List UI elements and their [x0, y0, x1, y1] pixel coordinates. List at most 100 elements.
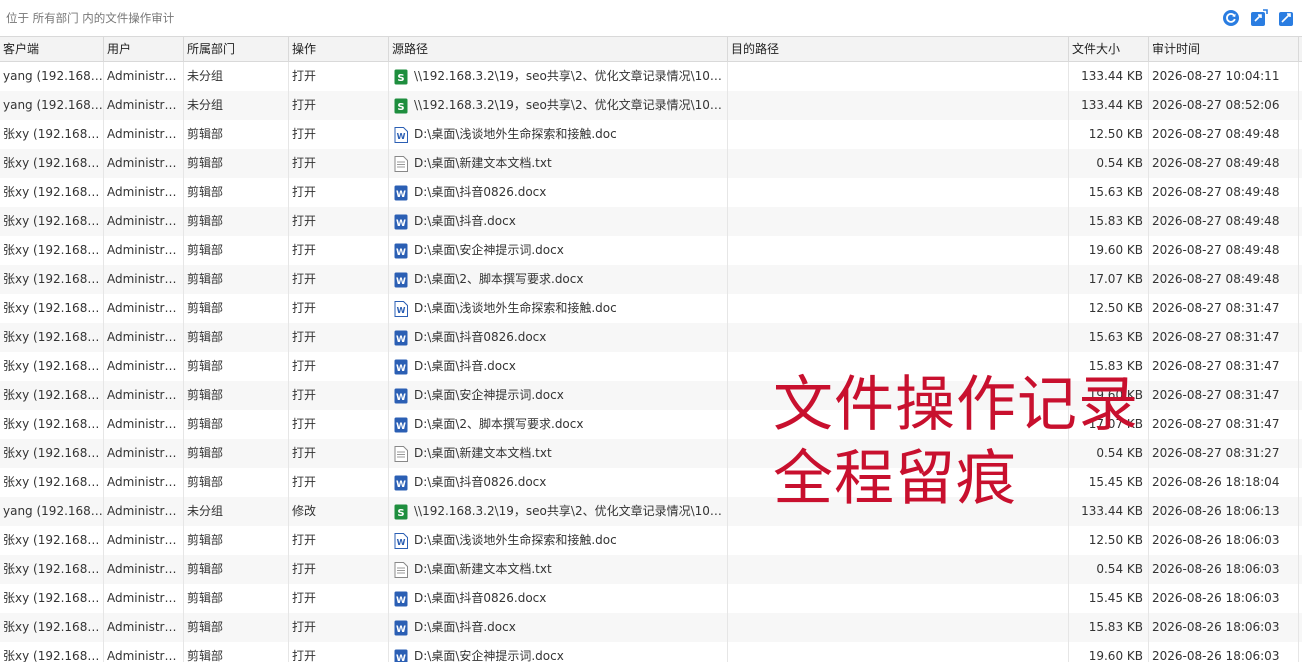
- cell-user: Administrator: [104, 207, 184, 236]
- table-row[interactable]: 张xy (192.168.3.5) Administrator 剪辑部 打开 W D:\桌…: [0, 207, 1302, 236]
- cell-source-path: S \\192.168.3.2\19，seo共享\2、优化文章记录情况\10、..…: [389, 62, 728, 91]
- word-file-icon: W: [394, 620, 408, 635]
- text-file-icon: [394, 561, 408, 578]
- svg-text:W: W: [397, 538, 406, 547]
- table-row[interactable]: yang (192.168.3.2)Administrator未分组打开 S \\1…: [0, 91, 1302, 120]
- cell-client: yang (192.168.3.2): [0, 91, 104, 120]
- col-user[interactable]: 用户: [104, 37, 184, 61]
- cell-client: 张xy (192.168.3.5): [0, 207, 104, 236]
- cell-operation: 打开: [289, 642, 389, 662]
- cell-dept: 剪辑部: [184, 468, 289, 497]
- cell-source-path: W D:\桌面\2、脚本撰写要求.docx: [389, 410, 728, 439]
- cell-operation: 打开: [289, 468, 389, 497]
- source-path-text: D:\桌面\安企神提示词.docx: [414, 243, 564, 257]
- col-operation[interactable]: 操作: [289, 37, 389, 61]
- cell-user: Administrator: [104, 439, 184, 468]
- cell-user: Administrator: [104, 236, 184, 265]
- cell-audit-time: 2026-08-27 08:31:47: [1149, 323, 1299, 352]
- source-path-text: D:\桌面\抖音.docx: [414, 359, 516, 373]
- table-row[interactable]: 张xy (192.168.3.5) Administrator 剪辑部 打开 D:\桌面…: [0, 439, 1302, 468]
- word-file-icon: W: [394, 359, 408, 374]
- cell-source-path: W D:\桌面\抖音0826.docx: [389, 468, 728, 497]
- table-row[interactable]: yang (192.168.3.2)Administrator未分组打开 S \\1…: [0, 62, 1302, 91]
- cell-file-size: 19.60 KB: [1069, 236, 1149, 265]
- col-audit-time[interactable]: 审计时间: [1149, 37, 1299, 61]
- svg-text:W: W: [396, 335, 406, 345]
- cell-dept: 剪辑部: [184, 294, 289, 323]
- cell-file-size: 15.45 KB: [1069, 584, 1149, 613]
- cell-user: Administrator: [104, 497, 184, 526]
- cell-source-path: W D:\桌面\抖音0826.docx: [389, 178, 728, 207]
- table-row[interactable]: 张xy (192.168.3.5) Administrator 剪辑部 打开 W D:\桌…: [0, 323, 1302, 352]
- cell-audit-time: 2026-08-27 08:49:48: [1149, 207, 1299, 236]
- cell-client: 张xy (192.168.3.5): [0, 352, 104, 381]
- cell-dest-path: [728, 352, 1069, 381]
- cell-dest-path: [728, 62, 1069, 91]
- cell-user: Administrator: [104, 584, 184, 613]
- svg-text:W: W: [396, 480, 406, 490]
- source-path-text: D:\桌面\抖音.docx: [414, 620, 516, 634]
- table-row[interactable]: 张xy (192.168.3.5) Administrator 剪辑部 打开 W D:\桌…: [0, 584, 1302, 613]
- word-doc-icon: W: [394, 532, 408, 549]
- cell-dept: 剪辑部: [184, 207, 289, 236]
- table-row[interactable]: 张xy (192.168.3.5) Administrator 剪辑部 打开 W D:\桌…: [0, 468, 1302, 497]
- cell-user: Administrator: [104, 178, 184, 207]
- cell-client: yang (192.168.3.2): [0, 62, 104, 91]
- table-row[interactable]: 张xy (192.168.3.5) Administrator 剪辑部 打开 W D:\桌…: [0, 352, 1302, 381]
- source-path-text: D:\桌面\抖音.docx: [414, 214, 516, 228]
- word-file-icon: W: [394, 330, 408, 345]
- table-row[interactable]: 张xy (192.168.3.5) Administrator 剪辑部 打开 W D:\桌…: [0, 120, 1302, 149]
- cell-user: Administrator: [104, 323, 184, 352]
- table-row[interactable]: 张xy (192.168.3.5) Administrator 剪辑部 打开 W D:\桌…: [0, 381, 1302, 410]
- excel-file-icon: S: [394, 504, 408, 519]
- col-file-size[interactable]: 文件大小: [1069, 37, 1149, 61]
- col-source-path[interactable]: 源路径: [389, 37, 728, 61]
- cell-client: 张xy (192.168.3.5): [0, 120, 104, 149]
- refresh-icon[interactable]: [1222, 9, 1240, 27]
- table-row[interactable]: 张xy (192.168.3.5) Administrator 剪辑部 打开 W D:\桌…: [0, 265, 1302, 294]
- table-row[interactable]: 张xy (192.168.3.5) Administrator 剪辑部 打开 W D:\桌…: [0, 526, 1302, 555]
- table-row[interactable]: 张xy (192.168.3.5) Administrator 剪辑部 打开 D:\桌面…: [0, 149, 1302, 178]
- cell-dest-path: [728, 468, 1069, 497]
- table-row[interactable]: yang (192.168.3.2)Administrator未分组修改 S \\1…: [0, 497, 1302, 526]
- table-row[interactable]: 张xy (192.168.3.5) Administrator 剪辑部 打开 W D:\桌…: [0, 410, 1302, 439]
- cell-file-size: 133.44 KB: [1069, 497, 1149, 526]
- table-row[interactable]: 张xy (192.168.3.5) Administrator 剪辑部 打开 D:\桌面…: [0, 555, 1302, 584]
- cell-source-path: W D:\桌面\抖音0826.docx: [389, 584, 728, 613]
- cell-user: Administrator: [104, 555, 184, 584]
- cell-source-path: W D:\桌面\安企神提示词.docx: [389, 642, 728, 662]
- cell-client: 张xy (192.168.3.5): [0, 439, 104, 468]
- cell-dept: 剪辑部: [184, 120, 289, 149]
- cell-source-path: D:\桌面\新建文本文档.txt: [389, 555, 728, 584]
- cell-client: 张xy (192.168.3.5): [0, 584, 104, 613]
- cell-file-size: 15.83 KB: [1069, 352, 1149, 381]
- cell-operation: 打开: [289, 178, 389, 207]
- cell-client: 张xy (192.168.3.5): [0, 526, 104, 555]
- cell-dest-path: [728, 584, 1069, 613]
- cell-dest-path: [728, 120, 1069, 149]
- col-dest-path[interactable]: 目的路径: [728, 37, 1069, 61]
- table-row[interactable]: 张xy (192.168.3.5) Administrator 剪辑部 打开 W D:\桌…: [0, 642, 1302, 662]
- table-row[interactable]: 张xy (192.168.3.5) Administrator 剪辑部 打开 W D:\桌…: [0, 294, 1302, 323]
- word-file-icon: W: [394, 388, 408, 403]
- col-dept[interactable]: 所属部门: [184, 37, 289, 61]
- cell-client: 张xy (192.168.3.5): [0, 468, 104, 497]
- excel-file-icon: S: [394, 98, 408, 113]
- col-client[interactable]: 客户端: [0, 37, 104, 61]
- excel-file-icon: S: [394, 69, 408, 84]
- table-row[interactable]: 张xy (192.168.3.5) Administrator 剪辑部 打开 W D:\桌…: [0, 236, 1302, 265]
- word-file-icon: W: [394, 649, 408, 662]
- cell-user: Administrator: [104, 91, 184, 120]
- cell-source-path: W D:\桌面\安企神提示词.docx: [389, 381, 728, 410]
- share-icon[interactable]: [1278, 9, 1296, 27]
- cell-operation: 打开: [289, 555, 389, 584]
- cell-audit-time: 2026-08-26 18:06:03: [1149, 526, 1299, 555]
- table-row[interactable]: 张xy (192.168.3.5) Administrator 剪辑部 打开 W D:\桌…: [0, 613, 1302, 642]
- word-file-icon: W: [394, 475, 408, 490]
- word-doc-icon: W: [394, 300, 408, 317]
- svg-text:W: W: [396, 219, 406, 229]
- export-icon[interactable]: [1250, 9, 1268, 27]
- table-row[interactable]: 张xy (192.168.3.5) Administrator 剪辑部 打开 W D:\桌…: [0, 178, 1302, 207]
- source-path-text: D:\桌面\浅谈地外生命探索和接触.doc: [414, 127, 617, 141]
- cell-dept: 剪辑部: [184, 439, 289, 468]
